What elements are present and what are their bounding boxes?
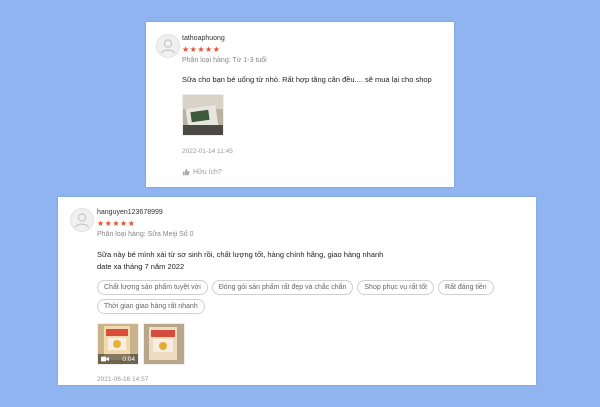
review-timestamp: 2021-06-16 14:57 xyxy=(97,376,149,383)
reviewer-username[interactable]: tathoaphuong xyxy=(182,35,225,42)
review-photo[interactable] xyxy=(182,94,224,136)
reviewer-username[interactable]: hanguyen123678999 xyxy=(97,209,163,216)
rating-stars: ★★★★★ xyxy=(97,219,136,228)
review-tag: Đóng gói sản phẩm rất đẹp và chắc chắn xyxy=(211,280,354,295)
user-avatar-icon[interactable] xyxy=(156,34,180,58)
review-tag: Chất lượng sản phẩm tuyệt vời xyxy=(97,280,208,295)
thumbs-up-icon xyxy=(182,168,190,176)
video-duration: 0:04 xyxy=(122,355,135,363)
product-variation: Phân loại hàng: Từ 1-3 tuổi xyxy=(182,57,267,64)
video-camera-icon xyxy=(101,356,109,362)
review-text-line: date xa tháng 7 năm 2022 xyxy=(97,262,185,271)
review-timestamp: 2022-01-14 11:45 xyxy=(182,148,233,155)
helpful-button[interactable]: Hữu ích? xyxy=(182,168,222,176)
video-overlay: 0:04 xyxy=(98,354,138,364)
review-tags: Chất lượng sản phẩm tuyệt vời Đóng gói s… xyxy=(97,280,557,314)
user-avatar-icon[interactable] xyxy=(70,208,94,232)
review-photo[interactable] xyxy=(143,323,185,365)
review-video[interactable]: 0:04 xyxy=(97,323,139,365)
review-tag: Thời gian giao hàng rất nhanh xyxy=(97,299,205,314)
review-tag: Shop phục vụ rất tốt xyxy=(357,280,435,295)
review-text: Sữa cho bạn bé uống từ nhỏ. Rất hợp tăng… xyxy=(182,75,432,84)
review-text-line: Sữa này bé mình xài từ sơ sinh rồi, chất… xyxy=(97,250,384,259)
product-variation: Phân loại hàng: Sữa Meiji Số 0 xyxy=(97,231,194,238)
review-card: hanguyen123678999 ★★★★★ Phân loại hàng: … xyxy=(58,197,536,385)
review-card: tathoaphuong ★★★★★ Phân loại hàng: Từ 1-… xyxy=(146,22,454,187)
helpful-label: Hữu ích? xyxy=(193,168,222,176)
rating-stars: ★★★★★ xyxy=(182,45,221,54)
review-tag: Rất đáng tiền xyxy=(438,280,494,295)
